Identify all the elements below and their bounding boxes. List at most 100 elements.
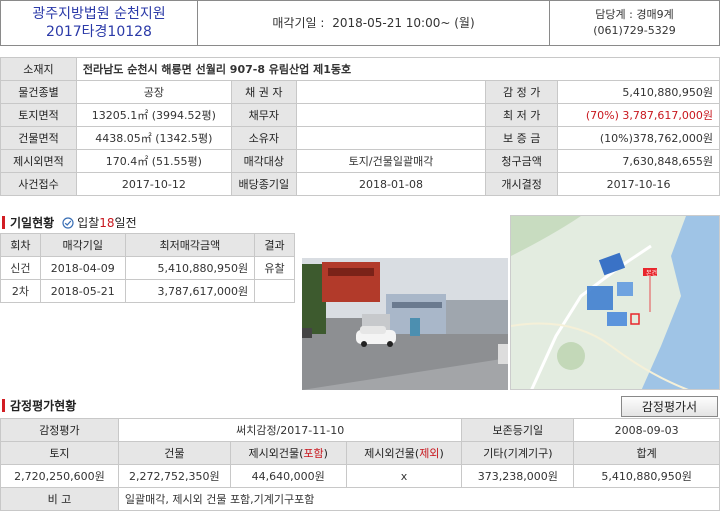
table-row: 건물면적 4438.05㎡ (1342.5평) 소유자 보 증 금 (10%)3… [0, 126, 720, 150]
table-header-row: 토지 건물 제시외건물(포함) 제시외건물(제외) 기타(기계기구) 합계 [0, 441, 720, 465]
appraisal-section-title: 감정평가현황 [2, 397, 76, 414]
price: 3,787,617,000원 [124, 279, 256, 303]
case-number: 2017타경10128 [46, 24, 152, 40]
round: 신건 [0, 256, 41, 280]
appraisal-table: 감정평가 써치감정/2017-11-10 보존등기일 2008-09-03 토지… [0, 418, 720, 511]
table-row: 2차 2018-05-21 3,787,617,000원 [0, 279, 295, 303]
bid-suffix: 일전 [114, 216, 137, 230]
sale-date-block: 매각기일 : 2018-05-21 10:00~ (월) [198, 1, 549, 45]
note-value: 일괄매각, 제시외 건물 포함,기계기구포함 [117, 487, 720, 511]
bid-days: 18 [99, 215, 115, 230]
result: 유찰 [254, 256, 295, 280]
excl-area-label: 제시외면적 [0, 149, 77, 173]
registration-value: 2008-09-03 [573, 418, 720, 442]
map-image: 본건 [511, 216, 719, 389]
col-date: 매각기일 [39, 233, 126, 257]
section-bar [2, 399, 5, 412]
table-row: 소재지 전라남도 순천시 해룡면 선월리 907-8 유림산업 제1동호 [0, 57, 720, 81]
deposit-value: (10%)378,762,000원 [557, 126, 720, 150]
history-title: 기일현황 [10, 216, 55, 230]
table-row: 사건접수 2017-10-12 배당종기일 2018-01-08 개시결정 20… [0, 172, 720, 196]
table-row: 비 고 일괄매각, 제시외 건물 포함,기계기구포함 [0, 487, 720, 511]
auction-header: 광주지방법원 순천지원 2017타경10128 매각기일 : 2018-05-2… [0, 0, 720, 46]
col-excl-excl: 제시외건물(제외) [345, 441, 463, 465]
bid-prefix: 입찰 [77, 216, 100, 230]
col-min-price: 최저매각금액 [124, 233, 256, 257]
history-table: 회차 매각기일 최저매각금액 결과 신건 2018-04-09 5,410,88… [0, 233, 295, 303]
decision-value: 2017-10-16 [557, 172, 720, 196]
table-row: 신건 2018-04-09 5,410,880,950원 유찰 [0, 256, 295, 280]
court-block: 광주지방법원 순천지원 2017타경10128 [1, 1, 198, 45]
land-value: 13205.1㎡ (3994.52평) [75, 103, 232, 127]
claim-value: 7,630,848,655원 [557, 149, 720, 173]
min-price-value: (70%) 3,787,617,000원 [557, 103, 720, 127]
address: 전라남도 순천시 해룡면 선월리 907-8 유림산업 제1동호 [75, 57, 720, 81]
min-price-label: 최 저 가 [485, 103, 559, 127]
col-result: 결과 [254, 233, 295, 257]
bldg-label: 건물면적 [0, 126, 77, 150]
total-amount: 5,410,880,950원 [573, 464, 720, 488]
col-machinery: 기타(기계기구) [461, 441, 575, 465]
dept: 담당계 : 경매9계 [595, 8, 674, 21]
table-row: 제시외면적 170.4㎡ (51.55평) 매각대상 토지/건물일괄매각 청구금… [0, 149, 720, 173]
result [254, 279, 295, 303]
table-row: 토지면적 13205.1㎡ (3994.52평) 채무자 최 저 가 (70%)… [0, 103, 720, 127]
sale-target-value: 토지/건물일괄매각 [295, 149, 487, 173]
appraisal-label: 감 정 가 [485, 80, 559, 104]
court-name: 광주지방법원 순천지원 [32, 6, 166, 22]
contact-block: 담당계 : 경매9계 (061)729-5329 [549, 1, 719, 45]
check-circle-icon [62, 216, 74, 229]
address-label: 소재지 [0, 57, 77, 81]
decision-label: 개시결정 [485, 172, 559, 196]
excl-excl-amount: x [345, 464, 463, 488]
appraisal-value: 5,410,880,950원 [557, 80, 720, 104]
deadline-label: 배당종기일 [230, 172, 297, 196]
claim-label: 청구금액 [485, 149, 559, 173]
table-row: 감정평가 써치감정/2017-11-10 보존등기일 2008-09-03 [0, 418, 720, 442]
registration-label: 보존등기일 [461, 418, 575, 442]
col-land: 토지 [0, 441, 119, 465]
excl-incl-amount: 44,640,000원 [229, 464, 347, 488]
bldg-value: 4438.05㎡ (1342.5평) [75, 126, 232, 150]
col-round: 회차 [0, 233, 41, 257]
phone: (061)729-5329 [593, 24, 676, 37]
sale-date: 2018-05-21 10:00~ (월) [332, 16, 475, 30]
note-label: 비 고 [0, 487, 119, 511]
creditor-label: 채 권 자 [230, 80, 297, 104]
owner-value [295, 126, 487, 150]
round: 2차 [0, 279, 41, 303]
excl-area-value: 170.4㎡ (51.55평) [75, 149, 232, 173]
table-header-row: 회차 매각기일 최저매각금액 결과 [0, 233, 295, 257]
appraiser-label: 감정평가 [0, 418, 119, 442]
machinery-amount: 373,238,000원 [461, 464, 575, 488]
table-row: 2,720,250,600원 2,272,752,350원 44,640,000… [0, 464, 720, 488]
location-map[interactable]: 본건 [510, 215, 720, 390]
sale-target-label: 매각대상 [230, 149, 297, 173]
appraisal-report-button[interactable]: 감정평가서 [621, 396, 718, 417]
debtor-value [295, 103, 487, 127]
table-row: 물건종별 공장 채 권 자 감 정 가 5,410,880,950원 [0, 80, 720, 104]
map-marker-label: 본건 [646, 269, 657, 277]
property-photo[interactable] [302, 258, 508, 390]
section-bar [2, 216, 5, 229]
col-excl-incl: 제시외건물(포함) [229, 441, 347, 465]
received-label: 사건접수 [0, 172, 77, 196]
col-total: 합계 [573, 441, 720, 465]
deposit-label: 보 증 금 [485, 126, 559, 150]
land-label: 토지면적 [0, 103, 77, 127]
history-section-title: 기일현황 입찰 18 일전 [2, 214, 137, 231]
deadline-value: 2018-01-08 [295, 172, 487, 196]
col-building: 건물 [117, 441, 231, 465]
received-value: 2017-10-12 [75, 172, 232, 196]
building-amount: 2,272,752,350원 [117, 464, 231, 488]
sale-date-label: 매각기일 : [272, 16, 325, 30]
date: 2018-05-21 [39, 279, 126, 303]
property-info-table: 소재지 전라남도 순천시 해룡면 선월리 907-8 유림산업 제1동호 물건종… [0, 57, 720, 196]
debtor-label: 채무자 [230, 103, 297, 127]
bid-countdown: 입찰 18 일전 [62, 214, 137, 231]
type-value: 공장 [75, 80, 232, 104]
land-amount: 2,720,250,600원 [0, 464, 119, 488]
date: 2018-04-09 [39, 256, 126, 280]
type-label: 물건종별 [0, 80, 77, 104]
price: 5,410,880,950원 [124, 256, 256, 280]
